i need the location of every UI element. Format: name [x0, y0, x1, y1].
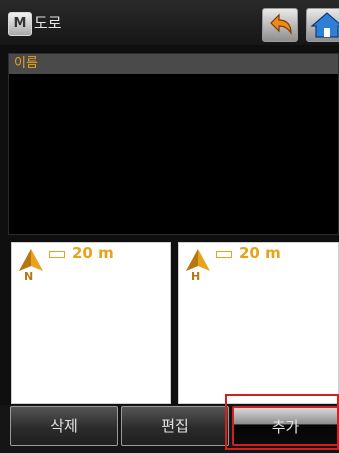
home-icon: [310, 12, 339, 38]
svg-text:H: H: [191, 270, 200, 281]
home-button[interactable]: [306, 8, 339, 42]
name-label: 이름: [14, 56, 38, 71]
map-view-heading-up[interactable]: H 20 m: [178, 242, 339, 404]
scale-label: 20 m: [72, 244, 114, 262]
add-button[interactable]: 추가: [232, 406, 339, 446]
name-header: 이름: [9, 54, 338, 74]
app-icon[interactable]: M: [8, 12, 32, 36]
back-arrow-icon: [270, 13, 292, 36]
name-input-area[interactable]: [9, 74, 338, 234]
scale-bar: [49, 251, 65, 258]
map-view-north-up[interactable]: N 20 m: [11, 242, 171, 404]
north-arrow-icon: N: [19, 249, 43, 281]
scale-label: 20 m: [239, 244, 281, 262]
svg-text:N: N: [24, 270, 33, 281]
title-bar: M 도로: [0, 0, 339, 45]
edit-button[interactable]: 편집: [121, 406, 229, 446]
heading-arrow-icon: H: [186, 249, 210, 281]
page-title: 도로: [34, 14, 62, 32]
scale-bar: [216, 251, 232, 258]
name-panel: 이름: [8, 53, 339, 235]
delete-button[interactable]: 삭제: [10, 406, 118, 446]
back-button[interactable]: [262, 8, 298, 42]
